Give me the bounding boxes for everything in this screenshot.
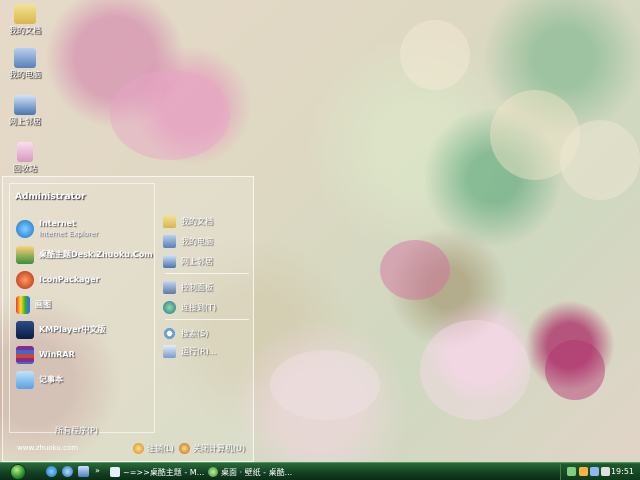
start-menu-footer: www.zhuoku.com 注销(L) 关闭计算机(U)	[3, 439, 253, 461]
start-item-notepad[interactable]: 记事本	[16, 369, 63, 391]
network-places-icon	[14, 95, 36, 115]
connect-to-icon	[163, 300, 176, 314]
start-item-subtitle: Internet Explorer	[39, 230, 99, 238]
tray-app-icon[interactable]	[579, 467, 588, 476]
desktop-icon-my-documents[interactable]: 我的文档	[2, 4, 48, 36]
quicklaunch-media-icon[interactable]	[62, 466, 73, 477]
shutdown-button[interactable]: 关闭计算机(U)	[179, 443, 245, 454]
start-button[interactable]	[10, 464, 26, 480]
clock[interactable]: 19:51	[611, 467, 634, 476]
wallpaper-bokeh	[420, 320, 530, 420]
start-item-title: 记事本	[39, 375, 63, 384]
network-places-icon	[163, 254, 176, 268]
start-item-title: WinRAR	[39, 350, 75, 359]
notepad-icon	[16, 371, 34, 389]
start-right-control-panel[interactable]: 控制面板	[163, 279, 213, 295]
desktop-icon-recycle-bin[interactable]: 回收站	[2, 142, 48, 174]
power-icon	[179, 443, 190, 454]
document-icon	[110, 467, 120, 477]
start-item-internet[interactable]: Internet Internet Explorer	[16, 218, 98, 240]
taskbar-task-label: 桌面 · 壁纸 - 桌酷...	[221, 467, 293, 477]
wallpaper-bokeh	[270, 350, 380, 420]
start-right-search[interactable]: 搜索(S)	[163, 325, 208, 341]
taskbar: » ~=>>桌酷主题 - M... 桌面 · 壁纸 - 桌酷... 19:51	[0, 462, 640, 480]
start-item-title: Internet	[39, 219, 76, 228]
logoff-icon	[133, 443, 144, 454]
internet-explorer-icon	[16, 220, 34, 238]
start-right-label: 我的电脑	[181, 236, 213, 246]
start-right-label: 连接到(T)	[181, 302, 217, 312]
desktop-icon-network-places[interactable]: 网上邻居	[2, 95, 48, 127]
start-right-label: 我的文档	[181, 216, 213, 226]
website-label: www.zhuoku.com	[17, 444, 79, 452]
start-right-run[interactable]: 运行(R)...	[163, 343, 216, 359]
start-right-network-places[interactable]: 网上邻居	[163, 253, 213, 269]
quicklaunch-ie-icon[interactable]	[46, 466, 57, 477]
start-right-label: 控制面板	[181, 282, 213, 292]
theme-icon	[16, 246, 34, 264]
start-item-theme[interactable]: 桌酷主题Desk.Zhuoku.Com	[16, 244, 153, 266]
logoff-label: 注销(L)	[147, 444, 174, 453]
paint-icon	[16, 296, 30, 314]
start-item-title: IconPackager	[39, 275, 100, 284]
wallpaper-bokeh	[380, 240, 450, 300]
wallpaper-bokeh	[400, 20, 470, 90]
start-item-title: 画图	[35, 300, 51, 309]
my-documents-icon	[163, 214, 176, 228]
my-computer-icon	[163, 234, 176, 248]
desktop-icon-label: 回收站	[13, 164, 37, 173]
start-right-label: 运行(R)...	[181, 346, 217, 356]
control-panel-icon	[163, 280, 176, 294]
run-icon	[163, 344, 176, 358]
start-menu-pinned-panel: Administrator Internet Internet Explorer…	[9, 183, 155, 436]
desktop-icon-label: 我的文档	[9, 26, 41, 35]
start-item-title: KMPlayer中文版	[39, 325, 106, 334]
taskbar-task[interactable]: ~=>>桌酷主题 - M...	[110, 465, 205, 479]
start-menu-username: Administrator	[15, 192, 86, 202]
start-right-label: 网上邻居	[181, 256, 213, 266]
start-item-winrar[interactable]: WinRAR	[16, 344, 75, 366]
wallpaper-bokeh	[545, 340, 605, 400]
recycle-bin-icon	[17, 142, 33, 162]
taskbar-task-label: ~=>>桌酷主题 - M...	[123, 467, 205, 477]
logoff-button[interactable]: 注销(L)	[133, 443, 174, 454]
winrar-icon	[16, 346, 34, 364]
start-menu: Administrator Internet Internet Explorer…	[2, 176, 254, 462]
browser-icon	[208, 467, 218, 477]
start-menu-separator	[165, 273, 249, 274]
tray-network-icon[interactable]	[590, 467, 599, 476]
start-right-my-documents[interactable]: 我的文档	[163, 213, 213, 229]
kmplayer-icon	[16, 321, 34, 339]
start-right-label: 搜索(S)	[181, 328, 209, 338]
start-right-connect-to[interactable]: 连接到(T)	[163, 299, 216, 315]
desktop-icon-label: 我的电脑	[9, 70, 41, 79]
start-item-title: 桌酷主题Desk.Zhuoku.Com	[39, 250, 153, 259]
start-item-iconpackager[interactable]: IconPackager	[16, 269, 100, 291]
start-right-my-computer[interactable]: 我的电脑	[163, 233, 213, 249]
taskbar-task[interactable]: 桌面 · 壁纸 - 桌酷...	[208, 465, 308, 479]
shutdown-label: 关闭计算机(U)	[193, 444, 246, 453]
all-programs-button[interactable]: 所有程序(P)	[55, 425, 98, 436]
search-icon	[163, 326, 176, 340]
iconpackager-icon	[16, 271, 34, 289]
quicklaunch-desktop-icon[interactable]	[78, 466, 89, 477]
start-item-kmplayer[interactable]: KMPlayer中文版	[16, 319, 106, 341]
start-item-paint[interactable]: 画图	[16, 294, 51, 316]
wallpaper-bokeh	[110, 70, 230, 160]
tray-arrow-icon[interactable]	[567, 467, 576, 476]
my-computer-icon	[14, 48, 36, 68]
system-tray: 19:51	[560, 464, 640, 480]
start-menu-separator	[165, 319, 249, 320]
quicklaunch-more-icon[interactable]: »	[95, 466, 100, 475]
my-documents-icon	[14, 4, 36, 24]
volume-icon[interactable]	[601, 467, 610, 476]
desktop-icon-my-computer[interactable]: 我的电脑	[2, 48, 48, 80]
desktop-icon-label: 网上邻居	[9, 117, 41, 126]
wallpaper-bokeh	[560, 120, 640, 200]
